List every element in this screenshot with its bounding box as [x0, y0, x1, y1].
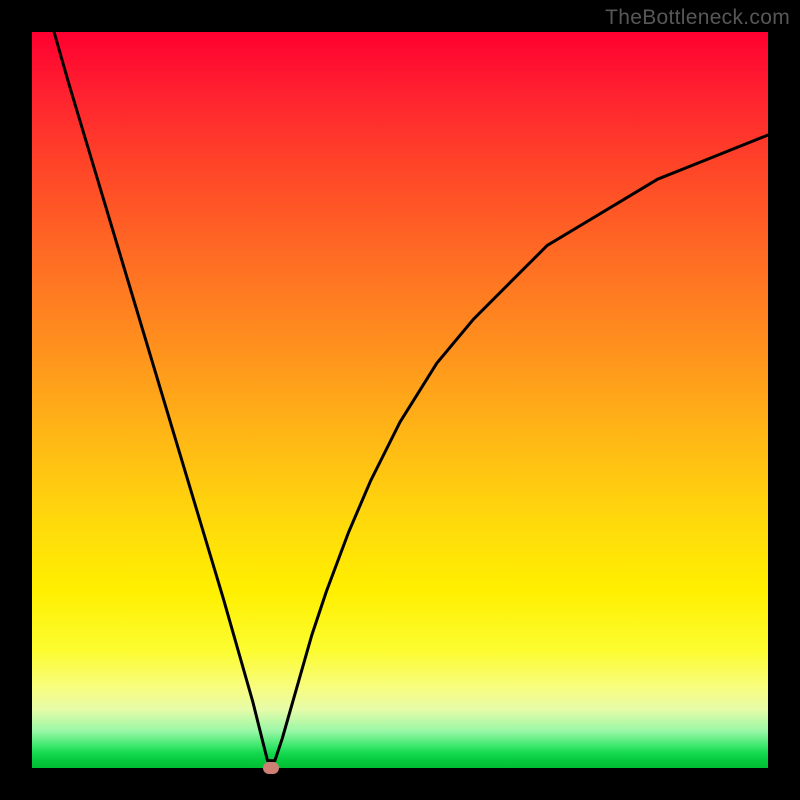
chart-frame: TheBottleneck.com: [0, 0, 800, 800]
plot-area: [32, 32, 768, 768]
watermark-text: TheBottleneck.com: [605, 6, 790, 30]
minimum-marker: [263, 762, 279, 774]
bottleneck-curve: [32, 32, 768, 768]
